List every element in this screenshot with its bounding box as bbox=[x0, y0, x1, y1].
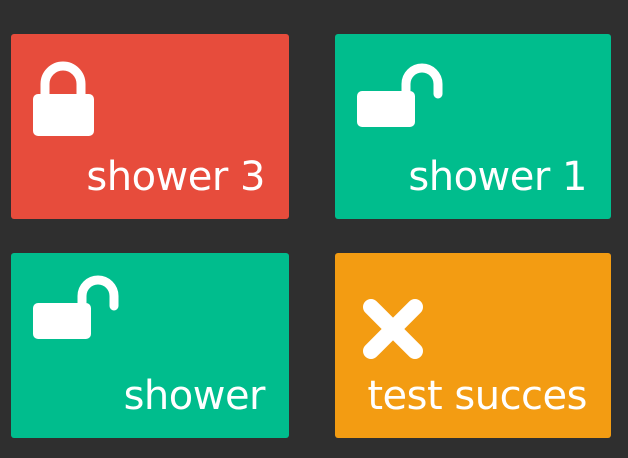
tile-label: test succes bbox=[367, 373, 587, 419]
close-x-icon bbox=[357, 273, 453, 369]
lock-open-icon bbox=[33, 273, 129, 369]
shower-lock-dashboard: shower 3 shower 1 shower test succes bbox=[0, 0, 628, 458]
lock-open-icon bbox=[357, 54, 453, 150]
tile-label: shower bbox=[123, 373, 266, 419]
tile-label: shower 1 bbox=[408, 154, 587, 200]
tile-shower-3[interactable]: shower 3 bbox=[11, 34, 289, 219]
tile-label: shower 3 bbox=[86, 154, 265, 200]
tile-shower-1[interactable]: shower 1 bbox=[335, 34, 611, 219]
tile-shower[interactable]: shower bbox=[11, 253, 289, 438]
lock-closed-icon bbox=[33, 54, 129, 150]
tile-test-succes[interactable]: test succes bbox=[335, 253, 611, 438]
